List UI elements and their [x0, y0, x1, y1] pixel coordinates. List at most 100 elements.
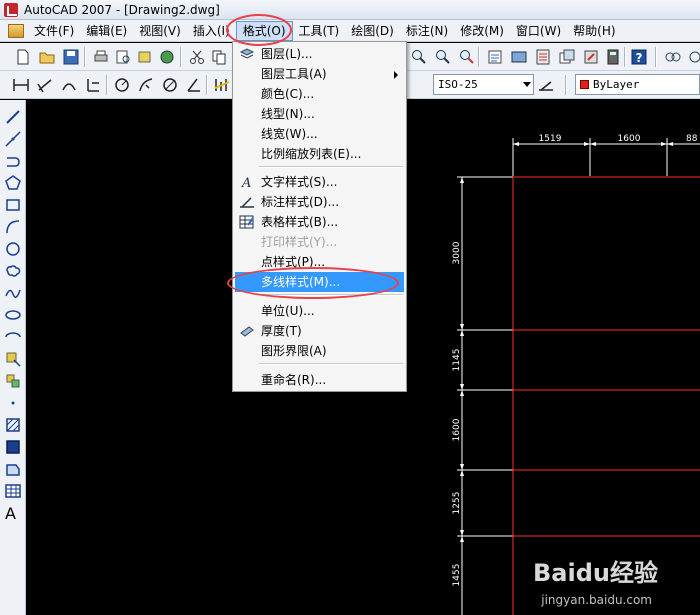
dim-left-2: 1145 — [452, 349, 462, 372]
construction-line-icon[interactable] — [4, 130, 22, 148]
menu-item-rename[interactable]: 重命名(R)... — [235, 370, 404, 390]
menu-item-label: 图层工具(A) — [261, 67, 327, 81]
region-icon[interactable] — [4, 460, 22, 478]
zoom-previous-icon[interactable] — [458, 48, 476, 66]
quick-dim-icon[interactable] — [213, 76, 231, 94]
dim-left-1: 3000 — [452, 241, 462, 264]
plot-preview-icon[interactable] — [114, 48, 132, 66]
menu-file[interactable]: 文件(F) — [28, 21, 80, 41]
copy-icon[interactable] — [210, 48, 228, 66]
layer-states-icon[interactable] — [664, 48, 682, 66]
toolbar-separator — [655, 47, 657, 67]
toolbar-separator — [180, 47, 182, 67]
ellipse-icon[interactable] — [4, 306, 22, 324]
menu-dimension[interactable]: 标注(N) — [400, 21, 454, 41]
menu-item-lineweight[interactable]: 线宽(W)... — [235, 124, 404, 144]
sheet-set-icon[interactable] — [558, 48, 576, 66]
table-icon[interactable] — [4, 482, 22, 500]
zoom-window-icon[interactable] — [434, 48, 452, 66]
spline-icon[interactable] — [4, 284, 22, 302]
dimension-style-value: ISO-25 — [438, 78, 478, 91]
menu-view[interactable]: 视图(V) — [133, 21, 187, 41]
calculator-icon[interactable] — [604, 48, 622, 66]
menu-item-thickness[interactable]: 厚度(T) — [235, 321, 404, 341]
radius-dim-icon[interactable] — [113, 76, 131, 94]
point-icon[interactable] — [4, 394, 22, 412]
dimension-style-icon[interactable] — [537, 76, 555, 94]
help-icon[interactable]: ? — [630, 48, 648, 66]
aligned-dim-icon[interactable] — [36, 76, 54, 94]
menu-item-text-style[interactable]: A 文字样式(S)... — [235, 172, 404, 192]
menu-item-label: 线型(N)... — [261, 107, 315, 121]
zoom-realtime-icon[interactable] — [410, 48, 428, 66]
make-block-icon[interactable] — [4, 372, 22, 390]
publish-icon[interactable] — [136, 48, 154, 66]
cut-icon[interactable] — [188, 48, 206, 66]
menu-item-color[interactable]: 颜色(C)... — [235, 84, 404, 104]
menu-edit[interactable]: 编辑(E) — [80, 21, 133, 41]
diameter-dim-icon[interactable] — [161, 76, 179, 94]
gradient-icon[interactable] — [4, 438, 22, 456]
color-control-select[interactable]: ByLayer — [575, 74, 700, 95]
menu-item-label: 单位(U)... — [261, 304, 315, 318]
multiline-text-icon[interactable]: A — [5, 504, 16, 523]
toolbar-separator — [206, 75, 208, 95]
menu-draw[interactable]: 绘图(D) — [345, 21, 400, 41]
circle-icon[interactable] — [4, 240, 22, 258]
menu-item-units[interactable]: 单位(U)... — [235, 301, 404, 321]
autocad-window: AutoCAD 2007 - [Drawing2.dwg] 文件(F) 编辑(E… — [0, 0, 700, 615]
menu-item-label: 线宽(W)... — [261, 127, 318, 141]
chevron-down-icon — [523, 82, 531, 87]
design-center-icon[interactable] — [510, 48, 528, 66]
jogged-dim-icon[interactable] — [137, 76, 155, 94]
open-icon[interactable] — [38, 48, 56, 66]
dimension-style-select[interactable]: ISO-25 — [433, 74, 534, 95]
new-icon[interactable] — [14, 48, 32, 66]
print-icon[interactable] — [92, 48, 110, 66]
angular-dim-icon[interactable] — [185, 76, 203, 94]
draw-toolbar: A — [0, 100, 26, 615]
annotation-circle-multiline-style — [227, 267, 399, 299]
layer-previous-icon[interactable] — [686, 48, 700, 66]
polyline-icon[interactable] — [4, 152, 22, 170]
dim-left-3: 1600 — [452, 418, 462, 441]
menu-item-layer[interactable]: 图层(L)... — [235, 44, 404, 64]
menu-item-label: 图层(L)... — [261, 47, 313, 61]
dwf-icon[interactable] — [158, 48, 176, 66]
menu-help[interactable]: 帮助(H) — [567, 21, 621, 41]
tool-palettes-icon[interactable] — [534, 48, 552, 66]
menu-separator — [259, 363, 403, 365]
save-icon[interactable] — [62, 48, 80, 66]
revision-cloud-icon[interactable] — [4, 262, 22, 280]
ordinate-dim-icon[interactable] — [84, 76, 102, 94]
insert-block-icon[interactable] — [4, 350, 22, 368]
hatch-icon[interactable] — [4, 416, 22, 434]
document-icon[interactable] — [8, 23, 24, 38]
menu-item-scale-list[interactable]: 比例缩放列表(E)... — [235, 144, 404, 164]
menu-item-drawing-limits[interactable]: 图形界限(A) — [235, 341, 404, 361]
menu-item-table-style[interactable]: 表格样式(B)... — [235, 212, 404, 232]
line-icon[interactable] — [4, 108, 22, 126]
menu-tools[interactable]: 工具(T) — [293, 21, 346, 41]
dim-top-1: 1519 — [539, 134, 562, 144]
arc-icon[interactable] — [4, 218, 22, 236]
polygon-icon[interactable] — [4, 174, 22, 192]
menu-window[interactable]: 窗口(W) — [510, 21, 567, 41]
ellipse-arc-icon[interactable] — [4, 328, 22, 346]
menu-item-label: 文字样式(S)... — [261, 175, 338, 189]
arc-length-icon[interactable] — [60, 76, 78, 94]
menu-item-label: 重命名(R)... — [261, 373, 327, 387]
menu-item-linetype[interactable]: 线型(N)... — [235, 104, 404, 124]
menu-item-layer-tools[interactable]: 图层工具(A) — [235, 64, 404, 84]
markup-icon[interactable] — [582, 48, 600, 66]
linear-dim-icon[interactable] — [12, 76, 30, 94]
menu-modify[interactable]: 修改(M) — [454, 21, 510, 41]
properties-icon[interactable] — [486, 48, 504, 66]
menu-item-label: 比例缩放列表(E)... — [261, 147, 362, 161]
rectangle-icon[interactable] — [4, 196, 22, 214]
watermark-logo: Baidu经验 — [533, 559, 658, 587]
thickness-icon — [239, 323, 255, 339]
menu-item-dim-style[interactable]: 标注样式(D)... — [235, 192, 404, 212]
dim-left-5: 1455 — [452, 564, 462, 587]
menu-item-label: 图形界限(A) — [261, 344, 327, 358]
